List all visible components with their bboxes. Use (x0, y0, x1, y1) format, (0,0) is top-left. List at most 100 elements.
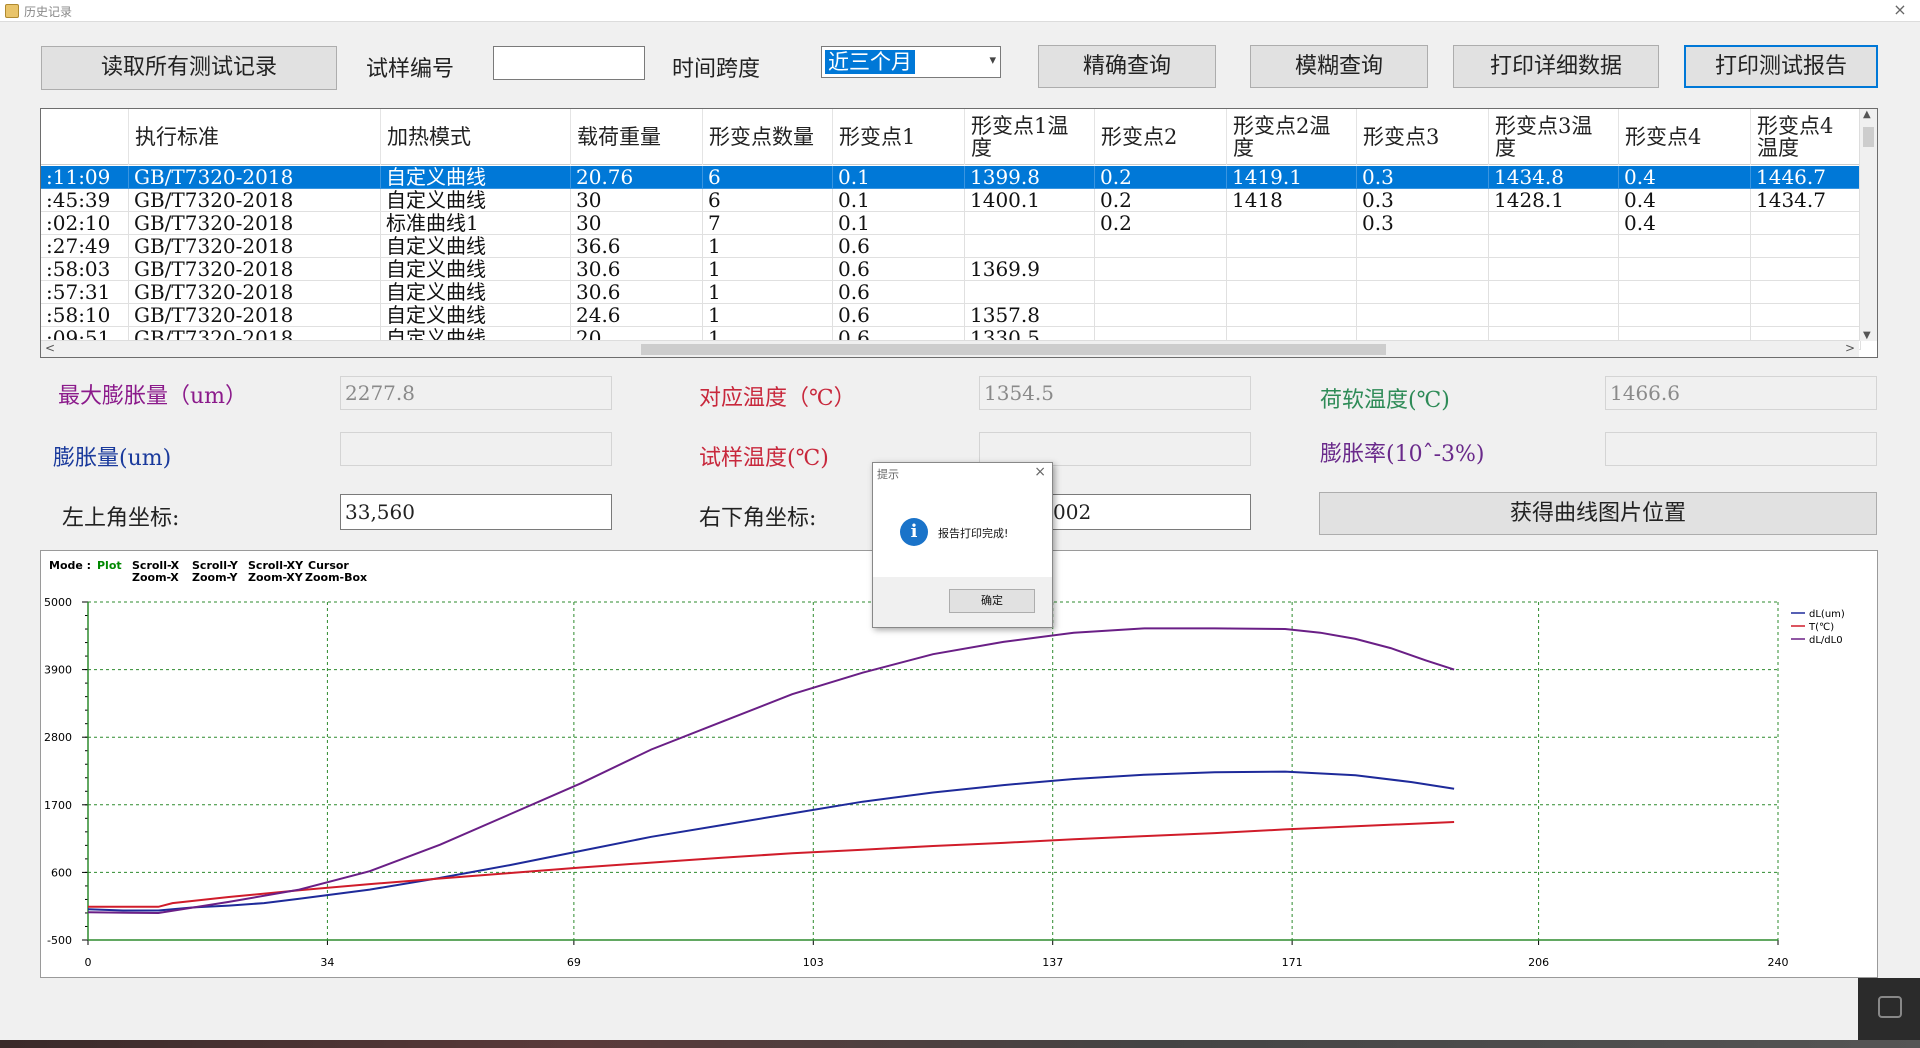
taskbar-strip (0, 1040, 1920, 1048)
column-header[interactable]: 载荷重量 (571, 109, 703, 165)
legend-label: dL/dL0 (1809, 635, 1843, 646)
x-tick-label: 34 (320, 956, 334, 969)
column-header[interactable]: 形变点4 (1619, 109, 1751, 165)
column-header[interactable]: 形变点3温度 (1489, 109, 1619, 165)
table-cell: 自定义曲线 (381, 189, 571, 212)
table-cell: :45:39 (41, 189, 129, 212)
exact-query-button[interactable]: 精确查询 (1038, 45, 1216, 88)
records-table[interactable]: 执行标准 加热模式 载荷重量 形变点数量 形变点1 形变点1温度 形变点2 形变点2温度 形变点… (40, 108, 1878, 358)
get-curve-position-button[interactable]: 获得曲线图片位置 (1319, 492, 1877, 535)
table-cell (1751, 281, 1861, 304)
column-header[interactable]: 形变点4温度 (1751, 109, 1861, 165)
chevron-down-icon[interactable]: ▾ (989, 53, 996, 68)
horizontal-scrollbar[interactable]: < > (41, 340, 1859, 357)
sample-no-input[interactable] (493, 46, 645, 80)
table-cell: 0.1 (833, 166, 965, 189)
table-row[interactable]: :58:03 GB/T7320-2018 自定义曲线 30.6 1 0.6 1369.9 (41, 258, 1861, 281)
legend-label: T(℃) (1808, 622, 1834, 633)
notification-icon[interactable] (1878, 996, 1902, 1018)
table-cell: 1369.9 (965, 258, 1095, 281)
x-tick-label: 103 (803, 956, 824, 969)
table-cell: 自定义曲线 (381, 166, 571, 189)
table-cell (1095, 304, 1227, 327)
table-cell (965, 281, 1095, 304)
table-cell: 0.2 (1095, 212, 1227, 235)
scroll-up-icon[interactable]: ▲ (1863, 109, 1871, 120)
y-tick-label: 1700 (44, 799, 72, 812)
table-row[interactable]: :58:10 GB/T7320-2018 自定义曲线 24.6 1 0.6 1357.8 (41, 304, 1861, 327)
table-cell: 自定义曲线 (381, 235, 571, 258)
table-row[interactable]: :45:39 GB/T7320-2018 自定义曲线 30 6 0.1 1400.1 0.2 1… (41, 189, 1861, 212)
expansion-field[interactable] (340, 432, 612, 466)
info-icon: i (900, 518, 928, 546)
table-cell: 36.6 (571, 235, 703, 258)
column-header[interactable]: 形变点1温度 (965, 109, 1095, 165)
y-tick-label: -500 (47, 934, 72, 947)
x-tick-label: 240 (1768, 956, 1789, 969)
table-cell: 1419.1 (1227, 166, 1357, 189)
column-header[interactable]: 形变点数量 (703, 109, 833, 165)
table-cell (1095, 235, 1227, 258)
table-cell (1751, 235, 1861, 258)
table-cell: 自定义曲线 (381, 258, 571, 281)
table-cell: 1357.8 (965, 304, 1095, 327)
dialog-message: 报告打印完成! (938, 527, 1009, 540)
table-row[interactable]: :27:49 GB/T7320-2018 自定义曲线 36.6 1 0.6 (41, 235, 1861, 258)
horizontal-scroll-thumb[interactable] (641, 344, 1386, 355)
column-header[interactable]: 执行标准 (129, 109, 381, 165)
window-close-button[interactable]: × (1888, 0, 1912, 22)
time-span-select[interactable]: 近三个月 ▾ (821, 46, 1001, 78)
table-cell (1357, 258, 1489, 281)
dialog-ok-button[interactable]: 确定 (949, 589, 1035, 613)
table-cell: 0.4 (1619, 212, 1751, 235)
sample-temp-field[interactable] (979, 432, 1251, 466)
table-row[interactable]: :02:10 GB/T7320-2018 标准曲线1 30 7 0.1 0.2 0.3 0.4 (41, 212, 1861, 235)
scroll-left-icon[interactable]: < (45, 341, 55, 355)
column-header[interactable]: 形变点3 (1357, 109, 1489, 165)
table-cell: 24.6 (571, 304, 703, 327)
fuzzy-query-button[interactable]: 模糊查询 (1250, 45, 1428, 88)
vertical-scroll-thumb[interactable] (1863, 127, 1874, 147)
softening-temp-field[interactable] (1605, 376, 1877, 410)
column-header[interactable]: 加热模式 (381, 109, 571, 165)
column-header[interactable]: 形变点2 (1095, 109, 1227, 165)
table-cell: 0.6 (833, 304, 965, 327)
table-cell: :02:10 (41, 212, 129, 235)
y-tick-label: 5000 (44, 596, 72, 609)
table-cell: 0.6 (833, 258, 965, 281)
table-cell: 1 (703, 281, 833, 304)
print-test-report-button[interactable]: 打印测试报告 (1684, 45, 1878, 88)
table-cell (1619, 281, 1751, 304)
window-titlebar: 历史记录 × (0, 0, 1920, 22)
series-line (87, 770, 1455, 912)
read-all-records-button[interactable]: 读取所有测试记录 (41, 46, 337, 90)
bottom-right-coord-label: 右下角坐标: (699, 506, 817, 531)
x-tick-label: 0 (85, 956, 92, 969)
column-header[interactable]: 形变点1 (833, 109, 965, 165)
table-cell: 6 (703, 166, 833, 189)
table-cell: 30.6 (571, 258, 703, 281)
scroll-down-icon[interactable]: ▼ (1863, 330, 1871, 341)
table-cell (1357, 235, 1489, 258)
sample-no-label: 试样编号 (366, 57, 455, 82)
table-row[interactable]: :57:31 GB/T7320-2018 自定义曲线 30.6 1 0.6 (41, 281, 1861, 304)
scroll-right-icon[interactable]: > (1845, 341, 1855, 355)
max-expansion-field[interactable] (340, 376, 612, 410)
top-left-coord-field[interactable] (340, 494, 612, 530)
table-cell: 1418 (1227, 189, 1357, 212)
y-tick-label: 3900 (44, 664, 72, 677)
dialog-close-icon[interactable]: × (1034, 464, 1046, 480)
table-cell (1489, 235, 1619, 258)
print-detail-data-button[interactable]: 打印详细数据 (1453, 45, 1659, 88)
corresponding-temp-field[interactable] (979, 376, 1251, 410)
column-header[interactable] (41, 109, 129, 165)
vertical-scrollbar[interactable]: ▲ ▼ (1859, 109, 1877, 341)
table-cell: :58:03 (41, 258, 129, 281)
table-row[interactable]: :11:09 GB/T7320-2018 自定义曲线 20.76 6 0.1 1399.8 0… (41, 166, 1861, 189)
table-cell: 0.1 (833, 189, 965, 212)
table-cell: GB/T7320-2018 (129, 281, 381, 304)
column-header[interactable]: 形变点2温度 (1227, 109, 1357, 165)
table-cell: GB/T7320-2018 (129, 166, 381, 189)
expansion-rate-field[interactable] (1605, 432, 1877, 466)
table-cell (1357, 281, 1489, 304)
